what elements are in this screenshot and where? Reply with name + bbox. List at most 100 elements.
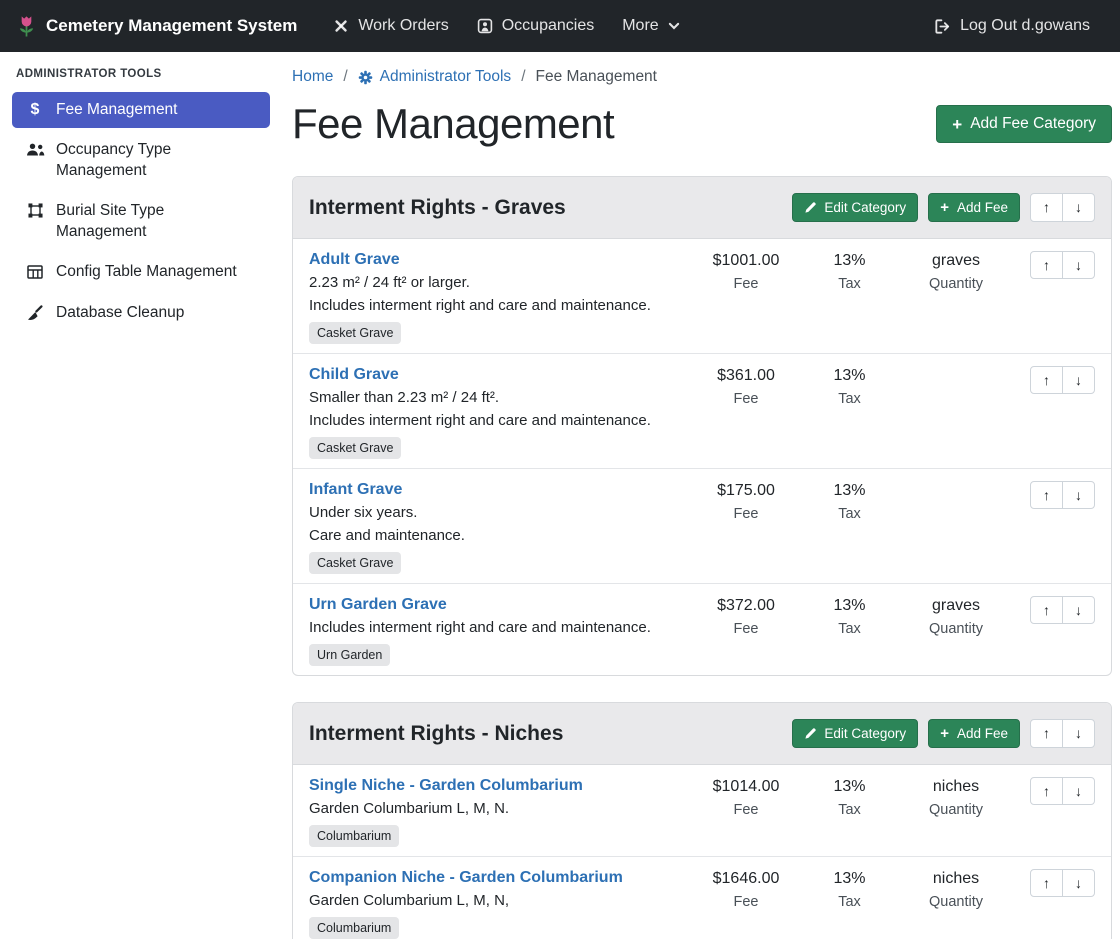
- fee-quantity-col: graves Quantity: [897, 596, 1015, 637]
- fee-amount-col: $1014.00 Fee: [690, 777, 802, 818]
- nav-work-orders-label: Work Orders: [358, 17, 448, 35]
- fee-name-link[interactable]: Urn Garden Grave: [309, 596, 447, 614]
- category-title: Interment Rights - Graves: [309, 196, 566, 220]
- sidebar-item-label: Burial Site Type Management: [56, 201, 258, 242]
- fee-list: Single Niche - Garden Columbarium Garden…: [293, 765, 1111, 939]
- sidebar-item-database-cleanup[interactable]: Database Cleanup: [12, 295, 270, 331]
- move-fee-up-button[interactable]: ↑: [1030, 481, 1063, 509]
- category-list: Interment Rights - Graves Edit Category …: [292, 176, 1112, 939]
- move-fee-down-button[interactable]: ↓: [1062, 251, 1095, 279]
- chevron-down-icon: [668, 20, 680, 32]
- fee-description: Includes interment right and care and ma…: [309, 619, 680, 636]
- move-fee-up-button[interactable]: ↑: [1030, 366, 1063, 394]
- fee-tax: 13%: [802, 367, 897, 385]
- arrow-down-icon: ↓: [1075, 372, 1082, 388]
- fee-amount-label: Fee: [690, 391, 802, 407]
- fee-category-card: Interment Rights - Niches Edit Category …: [292, 702, 1112, 939]
- move-category-down-button[interactable]: ↓: [1062, 193, 1095, 221]
- fee-descriptions: Smaller than 2.23 m² / 24 ft².Includes i…: [309, 389, 680, 429]
- move-fee-up-button[interactable]: ↑: [1030, 777, 1063, 805]
- add-fee-label: Add Fee: [957, 200, 1008, 215]
- fee-type-badge: Casket Grave: [309, 322, 401, 344]
- fee-amount-label: Fee: [690, 802, 802, 818]
- category-actions: Edit Category + Add Fee ↑ ↓: [792, 193, 1095, 222]
- arrow-down-icon: ↓: [1075, 602, 1082, 618]
- edit-category-label: Edit Category: [824, 726, 906, 741]
- add-fee-label: Add Fee: [957, 726, 1008, 741]
- move-category-down-button[interactable]: ↓: [1062, 719, 1095, 747]
- fee-reorder-group: ↑ ↓: [1019, 596, 1095, 624]
- sidebar-item-fee-management[interactable]: $ Fee Management: [12, 92, 270, 128]
- category-reorder-group: ↑ ↓: [1030, 193, 1095, 221]
- fee-amount: $1646.00: [690, 870, 802, 888]
- fee-quantity-col: niches Quantity: [897, 869, 1015, 910]
- pencil-icon: [804, 202, 816, 214]
- fee-tax: 13%: [802, 482, 897, 500]
- arrow-down-icon: ↓: [1075, 257, 1082, 273]
- fee-tax-label: Tax: [802, 894, 897, 910]
- arrow-up-icon: ↑: [1043, 372, 1050, 388]
- breadcrumb-admin-tools-link[interactable]: Administrator Tools: [358, 68, 512, 86]
- fee-name-link[interactable]: Single Niche - Garden Columbarium: [309, 777, 583, 795]
- move-fee-down-button[interactable]: ↓: [1062, 869, 1095, 897]
- fee-amount-col: $372.00 Fee: [690, 596, 802, 637]
- app-brand[interactable]: Cemetery Management System: [16, 14, 297, 38]
- fee-description: Smaller than 2.23 m² / 24 ft².: [309, 389, 680, 406]
- fee-descriptions: Includes interment right and care and ma…: [309, 619, 680, 636]
- fee-type-badge: Casket Grave: [309, 552, 401, 574]
- edit-category-button[interactable]: Edit Category: [792, 719, 918, 748]
- arrow-up-icon: ↑: [1043, 875, 1050, 891]
- move-fee-down-button[interactable]: ↓: [1062, 366, 1095, 394]
- fee-list: Adult Grave 2.23 m² / 24 ft² or larger.I…: [293, 239, 1111, 675]
- tulip-logo-icon: [16, 14, 37, 38]
- fee-description: Care and maintenance.: [309, 527, 680, 544]
- gear-icon: [358, 70, 373, 85]
- move-fee-up-button[interactable]: ↑: [1030, 596, 1063, 624]
- move-fee-up-button[interactable]: ↑: [1030, 251, 1063, 279]
- sidebar-item-label: Database Cleanup: [56, 303, 184, 323]
- pencil-icon: [804, 728, 816, 740]
- logout-link[interactable]: Log Out d.gowans: [920, 9, 1104, 43]
- category-reorder-group: ↑ ↓: [1030, 719, 1095, 747]
- move-fee-down-button[interactable]: ↓: [1062, 481, 1095, 509]
- sidebar-item-label: Occupancy Type Management: [56, 140, 258, 181]
- sidebar-item-occupancy-type-management[interactable]: Occupancy Type Management: [12, 132, 270, 189]
- sidebar-item-config-table-management[interactable]: Config Table Management: [12, 254, 270, 290]
- breadcrumb-home-link[interactable]: Home: [292, 68, 333, 86]
- arrow-up-icon: ↑: [1043, 725, 1050, 741]
- app-brand-label: Cemetery Management System: [46, 16, 297, 36]
- fee-description: Garden Columbarium L, M, N.: [309, 800, 680, 817]
- arrow-up-icon: ↑: [1043, 199, 1050, 215]
- nav-more[interactable]: More: [608, 9, 693, 43]
- move-fee-up-button[interactable]: ↑: [1030, 869, 1063, 897]
- breadcrumb-current: Fee Management: [536, 68, 658, 86]
- plus-icon: +: [940, 726, 949, 741]
- move-fee-down-button[interactable]: ↓: [1062, 596, 1095, 624]
- fee-tax-col: 13% Tax: [802, 777, 897, 818]
- fee-amount: $1001.00: [690, 252, 802, 270]
- nav-work-orders[interactable]: Work Orders: [319, 9, 462, 43]
- fee-amount-col: $1646.00 Fee: [690, 869, 802, 910]
- fee-quantity-col: graves Quantity: [897, 251, 1015, 292]
- fee-info: Adult Grave 2.23 m² / 24 ft² or larger.I…: [309, 251, 690, 344]
- fee-name-link[interactable]: Infant Grave: [309, 481, 402, 499]
- fee-name-link[interactable]: Companion Niche - Garden Columbarium: [309, 869, 623, 887]
- add-fee-button[interactable]: + Add Fee: [928, 193, 1020, 222]
- add-fee-button[interactable]: + Add Fee: [928, 719, 1020, 748]
- fee-quantity-label: Quantity: [897, 802, 1015, 818]
- fee-name-link[interactable]: Child Grave: [309, 366, 399, 384]
- edit-category-button[interactable]: Edit Category: [792, 193, 918, 222]
- nav-occupancies[interactable]: Occupancies: [463, 9, 609, 43]
- move-fee-down-button[interactable]: ↓: [1062, 777, 1095, 805]
- edit-category-label: Edit Category: [824, 200, 906, 215]
- fee-reorder-group: ↑ ↓: [1019, 366, 1095, 394]
- plus-icon: +: [940, 200, 949, 215]
- fee-category-card: Interment Rights - Graves Edit Category …: [292, 176, 1112, 676]
- move-category-up-button[interactable]: ↑: [1030, 193, 1063, 221]
- fee-type-badge: Casket Grave: [309, 437, 401, 459]
- fee-name-link[interactable]: Adult Grave: [309, 251, 400, 269]
- move-category-up-button[interactable]: ↑: [1030, 719, 1063, 747]
- sidebar-item-burial-site-type-management[interactable]: Burial Site Type Management: [12, 193, 270, 250]
- add-fee-category-button[interactable]: + Add Fee Category: [936, 105, 1112, 143]
- fee-reorder-group: ↑ ↓: [1019, 251, 1095, 279]
